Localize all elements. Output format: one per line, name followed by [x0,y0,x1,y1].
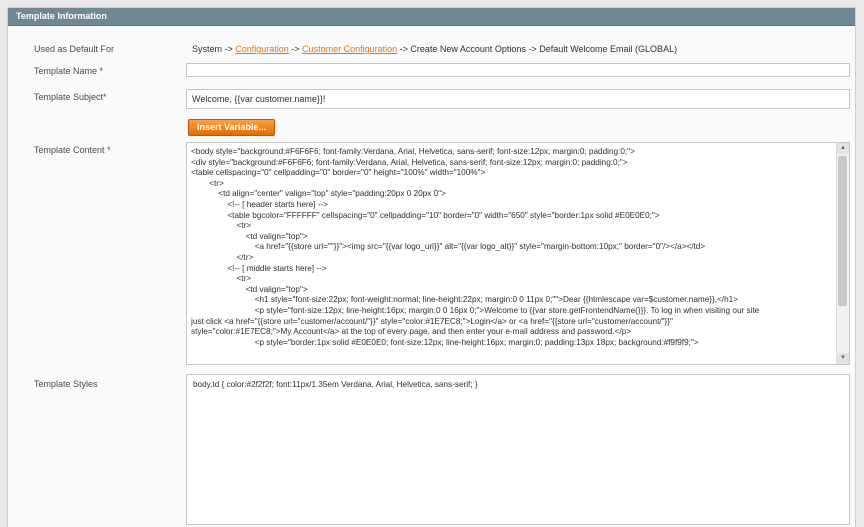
customer-configuration-link[interactable]: Customer Configuration [302,44,397,54]
required-marker: * [107,145,111,155]
scroll-down-icon[interactable]: ▼ [837,353,849,364]
required-marker: * [99,66,104,76]
scroll-thumb[interactable] [838,156,847,306]
code-line: <tr> [191,178,224,188]
template-styles-label: Template Styles [34,379,98,389]
content-scrollbar[interactable]: ▲ ▼ [836,143,849,364]
code-lines: <body style="background:#F6F6F6; font-fa… [191,147,831,348]
scroll-up-icon[interactable]: ▲ [837,143,849,154]
fieldset-title: Template Information [8,8,855,26]
path-end: -> Create New Account Options -> Default… [397,44,678,54]
template-subject-input[interactable] [186,89,850,109]
code-line: <p style="border:1px solid #E0E0E0; font… [191,337,699,347]
template-subject-label: Template Subject* [34,92,107,102]
template-name-input[interactable] [186,63,850,77]
code-line: <body style="background:#F6F6F6; font-fa… [191,147,635,156]
code-line: <td align="center" valign="top" style="p… [191,189,446,199]
code-line: style="color:#1E7EC8;">My Account</a> at… [191,327,632,337]
code-line: <td valign="top"> [191,284,308,294]
default-for-path: System -> Configuration -> Customer Conf… [192,44,677,54]
code-line: <p style="font-size:12px; line-height:16… [191,305,760,315]
template-styles-textarea[interactable]: body,td { color:#2f2f2f; font:11px/1.35e… [186,374,850,525]
code-line: just click <a href="{{store url="custome… [191,316,673,326]
template-content-textarea[interactable]: <body style="background:#F6F6F6; font-fa… [186,142,850,365]
code-line: <tr> [191,274,252,284]
path-separator: -> [288,44,303,54]
template-name-label: Template Name * [34,66,104,76]
code-line: <h1 style="font-size:22px; font-weight:n… [191,295,738,305]
path-start: System -> [192,44,236,54]
code-line: <td valign="top"> [191,231,308,241]
insert-variable-button[interactable]: Insert Variable... [188,119,276,136]
code-line: <table bgcolor="FFFFFF" cellspacing="0" … [191,210,660,220]
template-content-label: Template Content * [34,145,111,155]
default-for-label: Used as Default For [34,44,115,54]
code-line: <!-- [ middle starts here] --> [191,263,327,273]
code-line: <!-- [ header starts here] --> [191,199,328,209]
code-line: <div style="background:#F6F6F6; font-fam… [191,157,628,167]
code-line: <tr> [191,221,252,231]
configuration-link[interactable]: Configuration [235,44,289,54]
template-information-fieldset: Template Information Used as Default For… [7,7,856,527]
code-line: <table cellspacing="0" cellpadding="0" b… [191,168,486,178]
code-line: <a href="{{store url=""}}"><img src="{{v… [191,242,706,252]
code-line: </tr> [191,252,254,262]
required-marker: * [103,92,107,102]
